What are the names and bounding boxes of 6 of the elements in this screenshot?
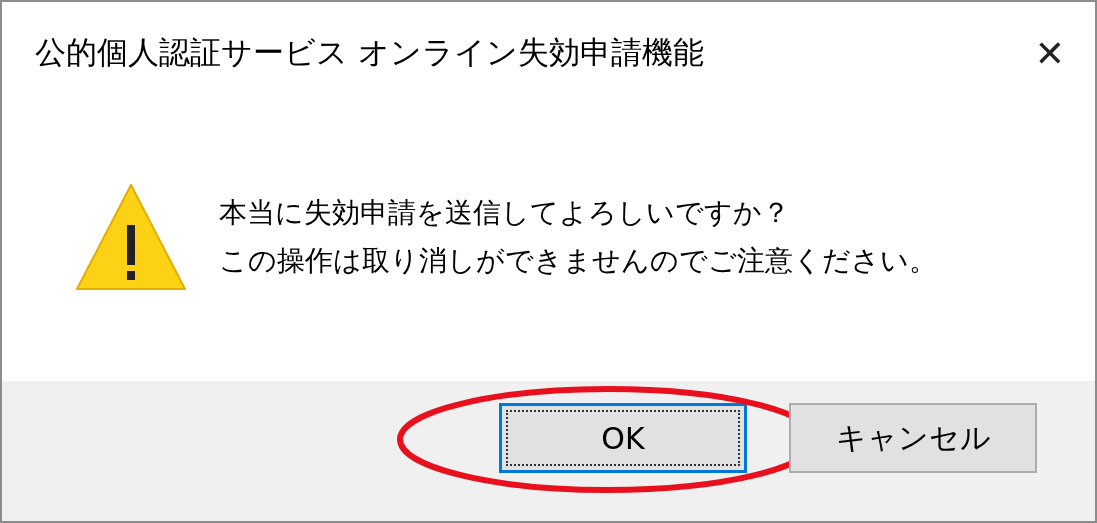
dialog-button[interactable]: キャンセル: [789, 403, 1037, 473]
window-title: 公的個人認証サービス オンライン失効申請機能: [35, 33, 704, 72]
message-text: この操作は取り消しができませんのでご注意ください。: [219, 242, 937, 279]
close-button[interactable]: ✕: [1026, 32, 1073, 74]
default-button[interactable]: OK: [499, 403, 747, 473]
message-text: 本当に失効申請を送信してよろしいですか？: [219, 194, 791, 231]
